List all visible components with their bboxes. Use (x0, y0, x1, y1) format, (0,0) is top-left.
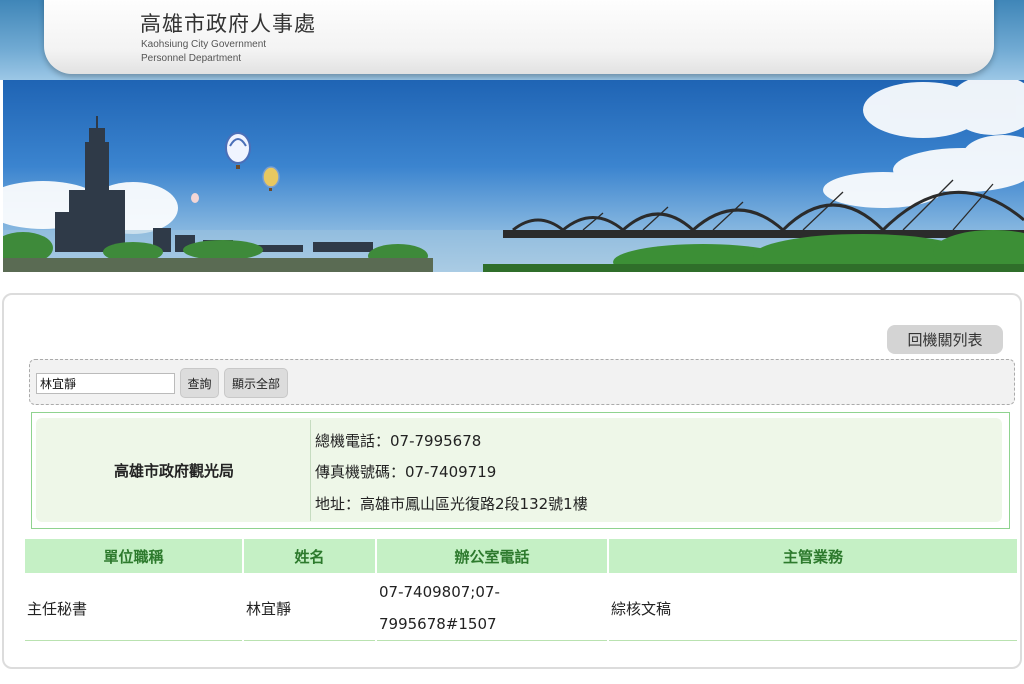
site-title[interactable]: 高雄市政府人事處 (140, 8, 316, 38)
site-subtitle-line2: Personnel Department (141, 53, 242, 64)
table-row-divider (609, 640, 1017, 641)
clouds (3, 80, 1024, 234)
show-all-button[interactable]: 顯示全部 (224, 368, 288, 398)
hot-air-balloon-icon-3 (191, 193, 199, 203)
organization-fax: 傳真機號碼：07-7409719 (315, 463, 497, 481)
table-row-divider (25, 640, 242, 641)
organization-name: 高雄市政府觀光局 (113, 462, 234, 480)
search-bar (29, 359, 1015, 405)
organization-divider (310, 420, 311, 521)
table-cell-duties: 綜核文稿 (611, 599, 672, 618)
back-to-agency-list-button[interactable]: 回機關列表 (887, 325, 1003, 354)
table-row-divider (377, 640, 607, 641)
hot-air-balloon-icon (225, 132, 251, 169)
table-row-divider (244, 640, 375, 641)
banner-illustration (3, 80, 1024, 272)
search-input[interactable] (36, 373, 175, 394)
organization-address: 地址：高雄市鳳山區光復路2段132號1樓 (315, 495, 588, 513)
table-cell-phone: 07-7409807;07- 7995678#1507 (379, 583, 500, 633)
table-cell-title: 主任秘書 (27, 599, 88, 618)
table-header-phone: 辦公室電話 (377, 539, 607, 573)
table-cell-name: 林宜靜 (246, 599, 292, 618)
table-header-title: 單位職稱 (25, 539, 242, 573)
table-header-name: 姓名 (244, 539, 375, 573)
table-header-duties: 主管業務 (609, 539, 1017, 573)
site-subtitle-line1: Kaohsiung City Government (141, 39, 267, 50)
organization-main-phone: 總機電話：07-7995678 (315, 432, 482, 450)
query-button[interactable]: 查詢 (180, 368, 219, 398)
city-banner (3, 80, 1024, 272)
hot-air-balloon-icon-2 (262, 166, 280, 191)
